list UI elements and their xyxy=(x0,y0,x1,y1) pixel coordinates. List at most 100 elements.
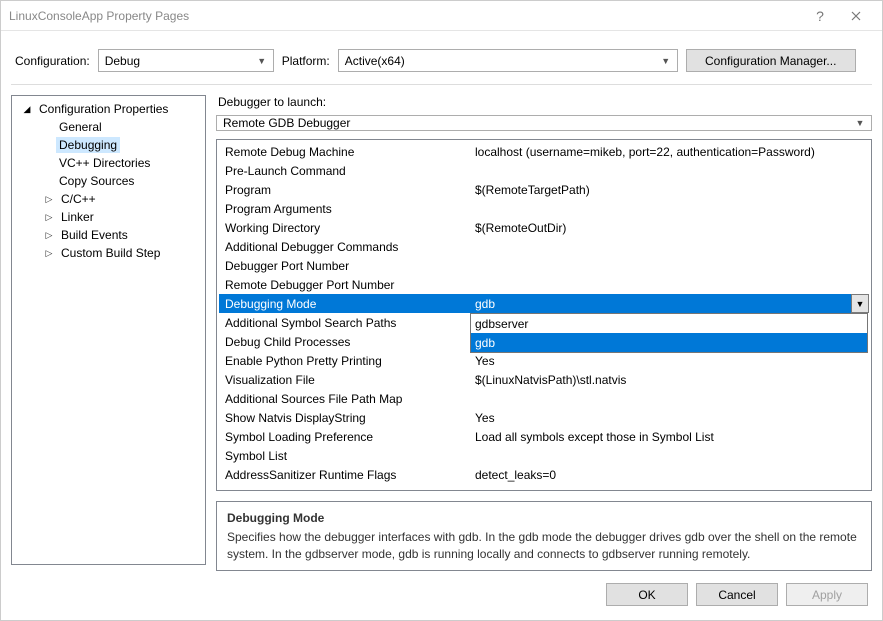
dialog-body: ◢ Configuration Properties GeneralDebugg… xyxy=(1,95,882,575)
property-row[interactable]: Debugger Port Number xyxy=(219,256,869,275)
property-row[interactable]: Working Directory$(RemoteOutDir) xyxy=(219,218,869,237)
tree-item[interactable]: ▷C/C++ xyxy=(20,190,205,208)
property-name: Debugging Mode xyxy=(219,294,469,313)
tree-item-label: General xyxy=(56,119,105,135)
property-value[interactable] xyxy=(469,389,869,408)
property-value[interactable]: Yes xyxy=(469,408,869,427)
expand-icon[interactable]: ▷ xyxy=(42,210,56,224)
tree-item[interactable]: VC++ Directories xyxy=(20,154,205,172)
debugger-launch-value: Remote GDB Debugger xyxy=(223,116,350,130)
property-name: Pre-Launch Command xyxy=(219,161,469,180)
property-row[interactable]: Additional Sources File Path Map xyxy=(219,389,869,408)
expand-icon[interactable]: ▷ xyxy=(42,246,56,260)
nav-tree[interactable]: ◢ Configuration Properties GeneralDebugg… xyxy=(11,95,206,565)
debugging-mode-dropdown[interactable]: gdbservergdb xyxy=(470,313,868,353)
property-name: Symbol Loading Preference xyxy=(219,427,469,446)
debugger-launch-label: Debugger to launch: xyxy=(218,95,872,109)
tree-item-label: Copy Sources xyxy=(56,173,137,189)
configuration-manager-button[interactable]: Configuration Manager... xyxy=(686,49,856,72)
chevron-down-icon: ▼ xyxy=(851,116,869,130)
platform-label: Platform: xyxy=(282,54,330,68)
property-value[interactable]: Yes xyxy=(469,351,869,370)
property-row[interactable]: Remote Debug Machinelocalhost (username=… xyxy=(219,142,869,161)
dropdown-option[interactable]: gdbserver xyxy=(471,314,867,333)
configuration-label: Configuration: xyxy=(15,54,90,68)
property-value[interactable]: gdb▼ xyxy=(469,294,869,313)
property-name: Debug Child Processes xyxy=(219,332,469,351)
description-title: Debugging Mode xyxy=(227,510,861,527)
property-row[interactable]: Symbol List xyxy=(219,446,869,465)
property-row[interactable]: Debugging Modegdb▼ xyxy=(219,294,869,313)
property-name: Debugger Port Number xyxy=(219,256,469,275)
property-value[interactable]: $(RemoteTargetPath) xyxy=(469,180,869,199)
ok-button[interactable]: OK xyxy=(606,583,688,606)
property-value[interactable] xyxy=(469,199,869,218)
debugger-launch-combo[interactable]: Remote GDB Debugger ▼ xyxy=(216,115,872,131)
help-button[interactable]: ? xyxy=(802,1,838,30)
tree-item[interactable]: ▷Custom Build Step xyxy=(20,244,205,262)
property-value[interactable]: detect_leaks=0 xyxy=(469,465,869,484)
property-value[interactable] xyxy=(469,256,869,275)
dialog-footer: OK Cancel Apply xyxy=(1,575,882,620)
close-icon xyxy=(851,11,861,21)
property-row[interactable]: Visualization File$(LinuxNatvisPath)\stl… xyxy=(219,370,869,389)
property-grid: Remote Debug Machinelocalhost (username=… xyxy=(216,139,872,491)
dropdown-option[interactable]: gdb xyxy=(471,333,867,352)
platform-value: Active(x64) xyxy=(345,54,405,68)
chevron-down-icon: ▼ xyxy=(856,299,865,309)
property-value[interactable]: localhost (username=mikeb, port=22, auth… xyxy=(469,142,869,161)
property-name: Visualization File xyxy=(219,370,469,389)
chevron-down-icon: ▼ xyxy=(657,50,675,71)
property-name: Show Natvis DisplayString xyxy=(219,408,469,427)
property-name: Remote Debugger Port Number xyxy=(219,275,469,294)
tree-item[interactable]: General xyxy=(20,118,205,136)
property-name: AddressSanitizer Runtime Flags xyxy=(219,465,469,484)
configuration-value: Debug xyxy=(105,54,140,68)
property-row[interactable]: Program Arguments xyxy=(219,199,869,218)
tree-item[interactable]: Debugging xyxy=(20,136,205,154)
chevron-down-icon: ▼ xyxy=(253,50,271,71)
property-row[interactable]: Enable Python Pretty PrintingYes xyxy=(219,351,869,370)
tree-item-label: Linker xyxy=(58,209,97,225)
property-value[interactable] xyxy=(469,161,869,180)
property-name: Symbol List xyxy=(219,446,469,465)
platform-combo[interactable]: Active(x64) ▼ xyxy=(338,49,678,72)
expand-icon[interactable]: ▷ xyxy=(42,228,56,242)
property-value[interactable] xyxy=(469,237,869,256)
property-row[interactable]: Show Natvis DisplayStringYes xyxy=(219,408,869,427)
property-value[interactable]: $(RemoteOutDir) xyxy=(469,218,869,237)
window-title: LinuxConsoleApp Property Pages xyxy=(9,9,802,23)
dropdown-button[interactable]: ▼ xyxy=(851,294,869,313)
tree-item-label: VC++ Directories xyxy=(56,155,153,171)
tree-item[interactable]: ▷Linker xyxy=(20,208,205,226)
property-row[interactable]: AddressSanitizer Runtime Flagsdetect_lea… xyxy=(219,465,869,484)
property-row[interactable]: Remote Debugger Port Number xyxy=(219,275,869,294)
tree-item[interactable]: Copy Sources xyxy=(20,172,205,190)
description-body: Specifies how the debugger interfaces wi… xyxy=(227,529,861,563)
tree-item[interactable]: ▷Build Events xyxy=(20,226,205,244)
tree-item-label: C/C++ xyxy=(58,191,99,207)
property-row[interactable]: Symbol Loading PreferenceLoad all symbol… xyxy=(219,427,869,446)
property-name: Program Arguments xyxy=(219,199,469,218)
expand-icon[interactable]: ◢ xyxy=(20,102,34,116)
apply-button: Apply xyxy=(786,583,868,606)
separator xyxy=(11,84,872,85)
property-value[interactable]: Load all symbols except those in Symbol … xyxy=(469,427,869,446)
property-row[interactable]: Program$(RemoteTargetPath) xyxy=(219,180,869,199)
property-name: Additional Symbol Search Paths xyxy=(219,313,469,332)
property-name: Additional Sources File Path Map xyxy=(219,389,469,408)
property-value[interactable] xyxy=(469,275,869,294)
close-button[interactable] xyxy=(838,1,874,30)
property-row[interactable]: Pre-Launch Command xyxy=(219,161,869,180)
tree-item-label: Custom Build Step xyxy=(58,245,163,261)
property-row[interactable]: Additional Debugger Commands xyxy=(219,237,869,256)
property-name: Working Directory xyxy=(219,218,469,237)
tree-root[interactable]: ◢ Configuration Properties xyxy=(20,100,205,118)
cancel-button[interactable]: Cancel xyxy=(696,583,778,606)
property-panel: Debugger to launch: Remote GDB Debugger … xyxy=(216,95,872,565)
property-name: Program xyxy=(219,180,469,199)
expand-icon[interactable]: ▷ xyxy=(42,192,56,206)
configuration-combo[interactable]: Debug ▼ xyxy=(98,49,274,72)
property-value[interactable]: $(LinuxNatvisPath)\stl.natvis xyxy=(469,370,869,389)
property-value[interactable] xyxy=(469,446,869,465)
